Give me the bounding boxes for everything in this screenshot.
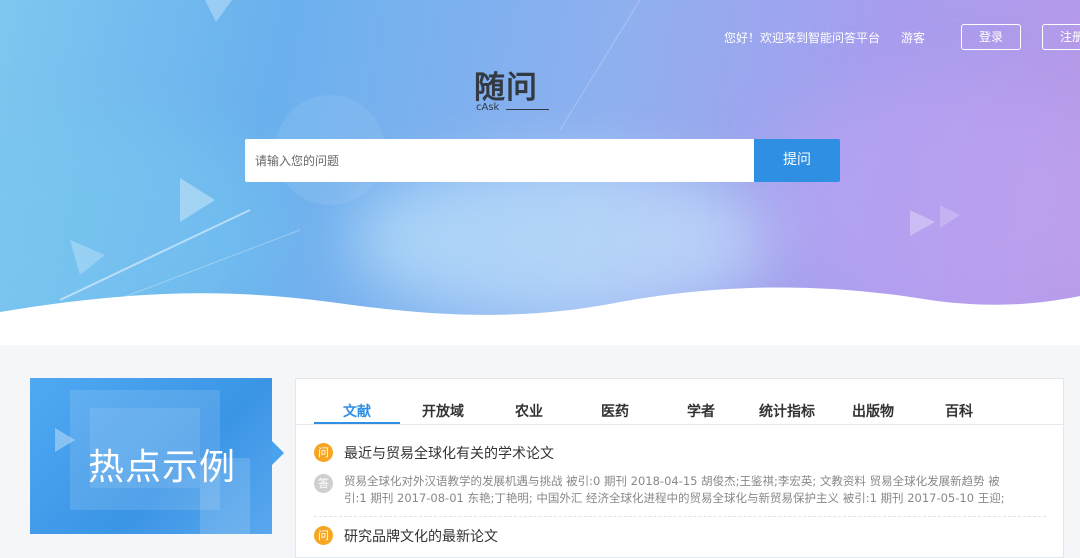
item-divider xyxy=(314,516,1046,517)
promo-title: 热点示例 xyxy=(88,447,237,488)
answer-text: 贸易全球化对外汉语教学的发展机遇与挑战 被引:0 期刊 2018-04-15 胡… xyxy=(344,473,1044,507)
answer-line: 引:1 期刊 2017-08-01 东艳;丁艳明; 中国外汇 经济全球化进程中的… xyxy=(344,491,1005,505)
examples-panel: 文献 开放域 农业 医药 学者 统计指标 出版物 百科 问 最近与贸易全球化有关… xyxy=(295,378,1064,558)
logo-title: 随问 xyxy=(474,70,538,106)
guest-label: 游客 xyxy=(901,31,926,45)
tab-statistics[interactable]: 统计指标 xyxy=(747,401,827,421)
answer-line: 贸易全球化对外汉语教学的发展机遇与挑战 被引:0 期刊 2018-04-15 胡… xyxy=(344,474,1000,488)
hero-wave xyxy=(0,287,1080,345)
answer-badge-icon: 答 xyxy=(314,474,333,493)
category-tabs: 文献 开放域 农业 医药 学者 统计指标 出版物 百科 xyxy=(296,379,1063,425)
question-link[interactable]: 研究品牌文化的最新论文 xyxy=(344,526,498,546)
welcome-text: 您好！欢迎来到智能问答平台 xyxy=(724,31,881,45)
tabs-divider xyxy=(296,424,1063,425)
logo-divider xyxy=(506,109,549,110)
question-link[interactable]: 最近与贸易全球化有关的学术论文 xyxy=(344,443,554,463)
question-badge-icon: 问 xyxy=(314,526,333,545)
login-button[interactable]: 登录 xyxy=(961,24,1021,50)
logo-subtitle: cAsk xyxy=(476,102,500,113)
tab-agriculture[interactable]: 农业 xyxy=(489,401,569,421)
register-button[interactable]: 注册 xyxy=(1042,24,1080,50)
tab-open-domain[interactable]: 开放域 xyxy=(403,401,483,421)
ask-button[interactable]: 提问 xyxy=(754,139,840,182)
hot-examples-banner: 热点示例 xyxy=(30,378,272,534)
tab-medicine[interactable]: 医药 xyxy=(575,401,655,421)
promo-pointer xyxy=(272,441,284,465)
tab-encyclopedia[interactable]: 百科 xyxy=(919,401,999,421)
question-badge-icon: 问 xyxy=(314,443,333,462)
search-input[interactable] xyxy=(245,139,754,182)
tab-scholars[interactable]: 学者 xyxy=(661,401,741,421)
tab-publications[interactable]: 出版物 xyxy=(833,401,913,421)
tab-literature[interactable]: 文献 xyxy=(317,401,397,421)
